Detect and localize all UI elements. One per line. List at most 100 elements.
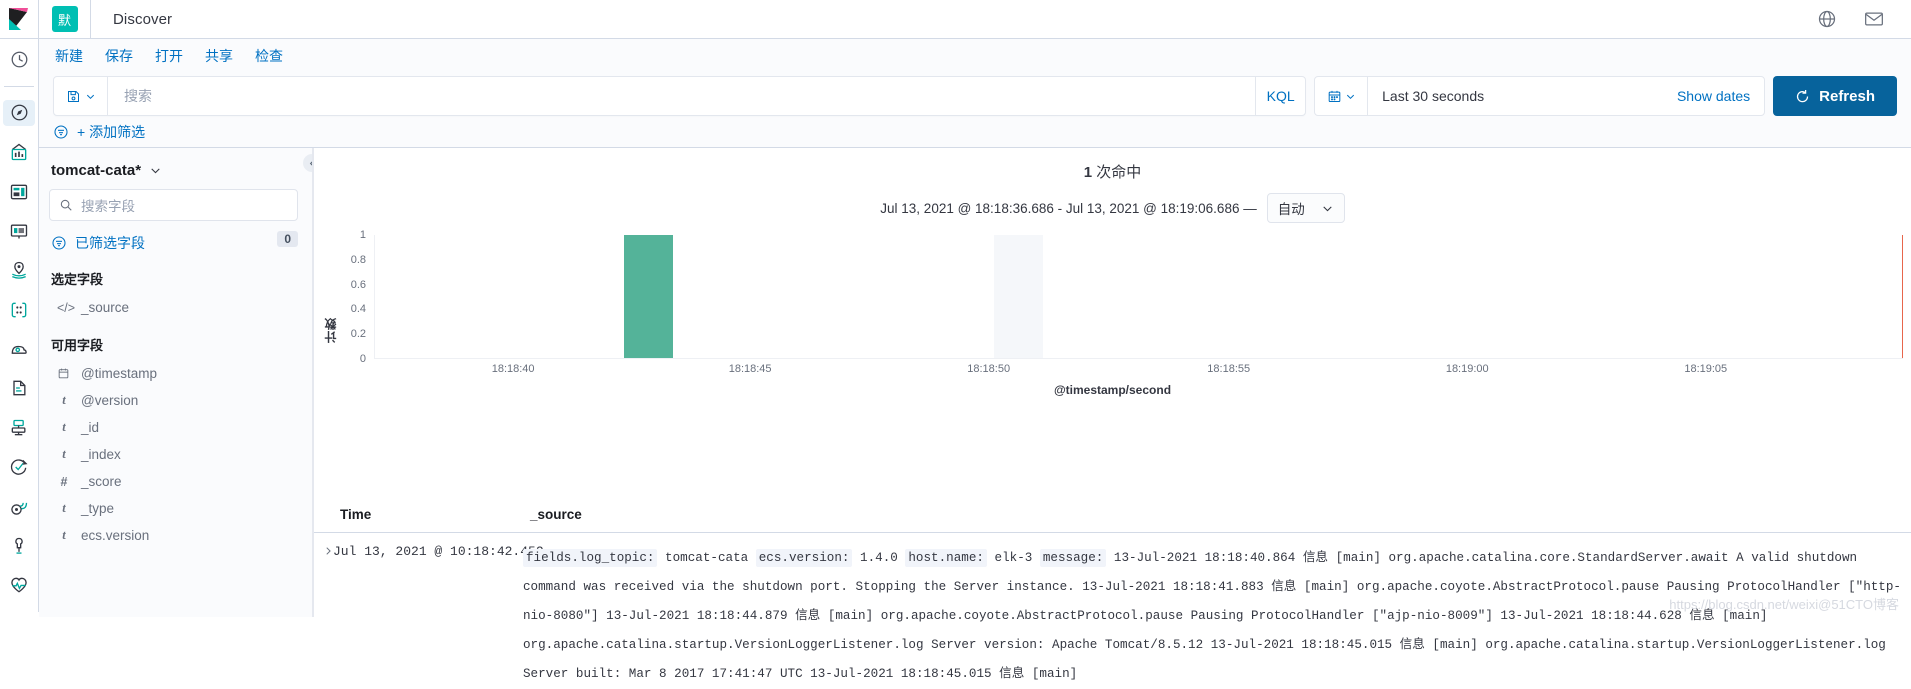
doc-table: Time _source Jul 13, 2021 @ 10:18:42.452… xyxy=(314,503,1911,681)
sidebar-item-canvas[interactable] xyxy=(3,218,35,243)
selected-fields-title: 选定字段 xyxy=(51,272,104,287)
query-language-switcher[interactable]: KQL xyxy=(1255,77,1305,115)
sidebar-item-uptime[interactable] xyxy=(3,455,35,480)
sidebar-item-machine-learning[interactable] xyxy=(3,297,35,322)
source-field-key: host.name: xyxy=(905,549,987,567)
chart-x-axis-label: @timestamp/second xyxy=(1053,383,1172,397)
date-type-icon xyxy=(57,367,71,380)
x-tick: 18:19:05 xyxy=(1684,363,1728,375)
y-tick: 0.8 xyxy=(350,253,366,266)
y-tick: 0.2 xyxy=(350,328,366,341)
sidebar-item-logs[interactable] xyxy=(3,376,35,401)
primary-nav-rail xyxy=(0,39,39,612)
chart-plot-area[interactable] xyxy=(374,235,1903,359)
y-tick: 1 xyxy=(359,229,366,241)
top-header-bar: 默 Discover xyxy=(0,0,1911,39)
field-item-timestamp[interactable]: @timestamp xyxy=(49,360,298,387)
field-name: _id xyxy=(81,420,100,435)
x-tick: 18:18:40 xyxy=(491,363,535,375)
recently-viewed-icon[interactable] xyxy=(3,47,35,72)
available-fields-title: 可用字段 xyxy=(51,338,104,353)
string-type-icon: t xyxy=(62,528,66,542)
chart-bar[interactable] xyxy=(624,235,673,358)
sidebar-item-monitoring[interactable] xyxy=(3,573,35,598)
filter-bar: + 添加筛选 xyxy=(39,116,1911,148)
calendar-icon[interactable] xyxy=(1315,77,1369,115)
row-source: fields.log_topic: tomcat-cata ecs.versio… xyxy=(523,544,1911,689)
sidebar-item-dev-tools[interactable] xyxy=(3,533,35,558)
sidebar-item-discover[interactable] xyxy=(3,100,35,126)
date-range-value[interactable]: Last 30 seconds xyxy=(1368,77,1663,115)
filter-options-icon[interactable] xyxy=(53,124,69,140)
field-item-score[interactable]: # _score xyxy=(49,468,298,495)
show-dates-button[interactable]: Show dates xyxy=(1663,77,1764,115)
string-type-icon: t xyxy=(62,501,66,515)
histogram-chart[interactable]: 计数 0 0.2 0.4 0.6 0.8 1 18:18:40 18:18:45 xyxy=(314,229,1911,415)
field-item-index[interactable]: t _index xyxy=(49,441,298,468)
refresh-button[interactable]: Refresh xyxy=(1773,76,1897,116)
saved-query-button[interactable] xyxy=(54,77,108,115)
expand-row-button[interactable] xyxy=(314,544,333,689)
header-actions xyxy=(1817,9,1911,29)
search-icon xyxy=(59,198,73,212)
chart-x-axis: 18:18:40 18:18:45 18:18:50 18:18:55 18:1… xyxy=(374,363,1903,381)
chart-end-marker xyxy=(1901,235,1903,358)
filtered-fields-button[interactable]: 已筛选字段 0 xyxy=(49,231,298,255)
source-field-key: message: xyxy=(1039,549,1107,567)
hits-count: 1 xyxy=(1083,164,1093,181)
table-row[interactable]: Jul 13, 2021 @ 10:18:42.452 fields.log_t… xyxy=(314,533,1911,689)
field-item-source[interactable]: </> _source xyxy=(49,294,298,321)
search-input[interactable]: 搜索 xyxy=(108,77,1255,115)
mail-icon[interactable] xyxy=(1863,9,1885,29)
field-item-ecs-version[interactable]: t ecs.version xyxy=(49,522,298,549)
filtered-fields-count: 0 xyxy=(277,231,298,247)
column-header-time[interactable]: Time xyxy=(340,507,530,522)
field-search-input[interactable]: 搜索字段 xyxy=(49,189,298,221)
discover-top-nav: 新建 保存 打开 共享 检查 xyxy=(39,39,1911,72)
collapse-sidebar-button[interactable] xyxy=(303,154,312,172)
column-header-source[interactable]: _source xyxy=(530,507,582,522)
kibana-logo[interactable] xyxy=(0,0,39,38)
refresh-label: Refresh xyxy=(1819,87,1875,105)
sidebar-item-siem[interactable] xyxy=(3,494,35,519)
discover-main-panel: 1 次命中 Jul 13, 2021 @ 18:18:36.686 - Jul … xyxy=(313,148,1911,681)
filtered-fields-label: 已筛选字段 xyxy=(75,235,145,251)
index-pattern-selector[interactable]: tomcat-cata* xyxy=(49,158,298,189)
field-item-type[interactable]: t _type xyxy=(49,495,298,522)
field-name: _source xyxy=(81,300,130,315)
chart-time-range: Jul 13, 2021 @ 18:18:36.686 - Jul 13, 20… xyxy=(880,200,1257,216)
globe-icon[interactable] xyxy=(1817,9,1837,29)
y-tick: 0 xyxy=(359,353,366,365)
menu-save[interactable]: 保存 xyxy=(105,46,133,66)
interval-select[interactable]: 自动 xyxy=(1266,193,1345,223)
main-content: 新建 保存 打开 共享 检查 搜索 KQL Last 30 seconds Sh… xyxy=(39,39,1911,681)
space-selector[interactable]: 默 xyxy=(39,0,91,38)
menu-new[interactable]: 新建 xyxy=(55,46,83,66)
field-item-id[interactable]: t _id xyxy=(49,414,298,441)
sidebar-item-dashboard[interactable] xyxy=(3,179,35,204)
sidebar-item-apm[interactable] xyxy=(3,415,35,440)
field-sidebar: tomcat-cata* 搜索字段 已筛选字段 0 选定字段 </> _sour… xyxy=(39,148,313,617)
field-name: _type xyxy=(81,501,115,516)
field-name: _index xyxy=(81,447,121,462)
row-time: Jul 13, 2021 @ 10:18:42.452 xyxy=(333,544,544,559)
menu-open[interactable]: 打开 xyxy=(155,46,183,66)
refresh-icon xyxy=(1795,89,1810,104)
chart-header: Jul 13, 2021 @ 18:18:36.686 - Jul 13, 20… xyxy=(314,182,1911,223)
source-field-value: elk-3 xyxy=(994,551,1033,565)
add-filter-button[interactable]: + 添加筛选 xyxy=(77,122,145,142)
string-type-icon: t xyxy=(62,393,66,407)
field-name: @timestamp xyxy=(81,366,157,381)
search-input-group: 搜索 KQL xyxy=(53,76,1307,116)
sidebar-item-infrastructure[interactable] xyxy=(3,336,35,361)
number-type-icon: # xyxy=(60,474,68,489)
sidebar-item-maps[interactable] xyxy=(3,258,35,283)
expand-column-header xyxy=(314,507,340,522)
sidebar-item-visualize[interactable] xyxy=(3,140,35,165)
source-field-value: tomcat-cata xyxy=(665,551,749,565)
menu-share[interactable]: 共享 xyxy=(205,46,233,66)
interval-value: 自动 xyxy=(1277,202,1305,217)
menu-inspect[interactable]: 检查 xyxy=(255,46,283,66)
field-item-version[interactable]: t @version xyxy=(49,387,298,414)
hits-label: 次命中 xyxy=(1096,164,1142,181)
